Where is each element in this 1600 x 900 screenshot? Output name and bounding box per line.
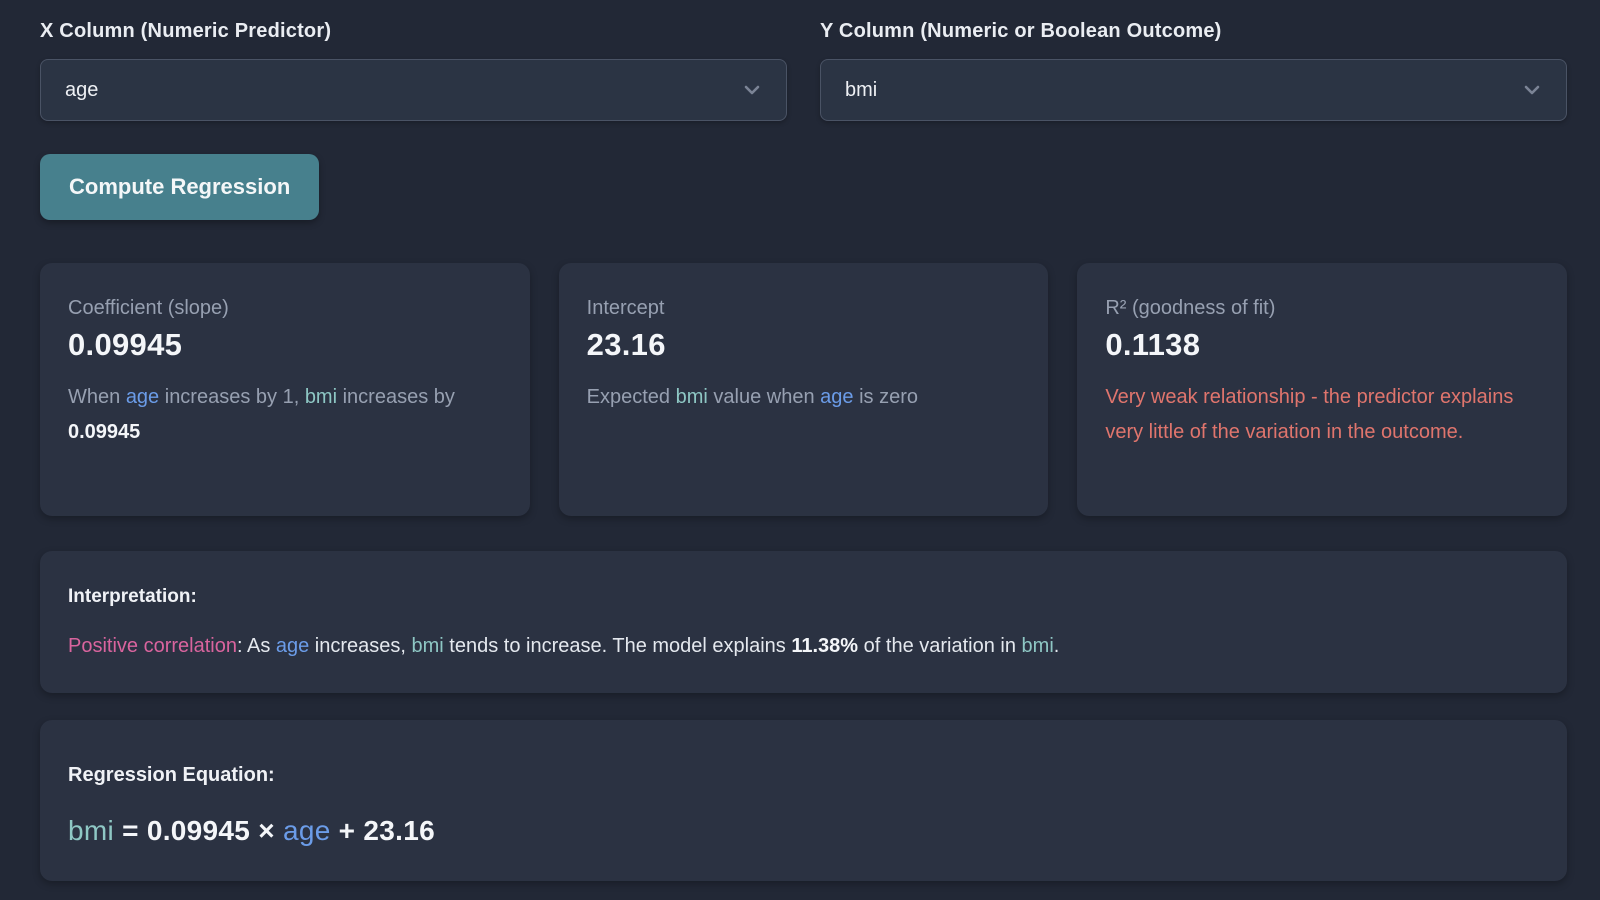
- intercept-card: Intercept 23.16 Expected bmi value when …: [559, 263, 1049, 516]
- stat-cards-row: Coefficient (slope) 0.09945 When age inc…: [40, 263, 1567, 516]
- r-squared-card: R² (goodness of fit) 0.1138 Very weak re…: [1077, 263, 1567, 516]
- text-segment: Positive correlation: [68, 635, 237, 657]
- y-column-field: Y Column (Numeric or Boolean Outcome) bm…: [820, 20, 1567, 121]
- text-segment: bmi: [1022, 635, 1054, 657]
- r-squared-description: Very weak relationship - the predictor e…: [1105, 380, 1539, 450]
- text-segment: age: [276, 635, 309, 657]
- y-column-select-value: bmi: [845, 79, 877, 102]
- coefficient-card: Coefficient (slope) 0.09945 When age inc…: [40, 263, 530, 516]
- interpretation-panel: Interpretation: Positive correlation: As…: [40, 551, 1567, 693]
- text-segment: increases by: [337, 386, 455, 408]
- regression-results-page: X Column (Numeric Predictor) age Y Colum…: [0, 0, 1600, 881]
- text-segment: + 23.16: [331, 815, 435, 846]
- x-column-select-value: age: [65, 79, 98, 102]
- text-segment: 11.38%: [791, 635, 858, 657]
- text-segment: 0.09945: [68, 421, 140, 443]
- text-segment: is zero: [854, 386, 918, 408]
- x-column-select[interactable]: age: [40, 59, 787, 121]
- text-segment: .: [1054, 635, 1060, 657]
- r-squared-value: 0.1138: [1105, 327, 1539, 363]
- chevron-down-icon: [740, 78, 764, 102]
- regression-equation-formula: bmi = 0.09945 × age + 23.16: [68, 815, 1539, 847]
- text-segment: : As: [237, 635, 276, 657]
- compute-regression-button[interactable]: Compute Regression: [40, 154, 319, 220]
- text-segment: Very weak relationship - the predictor e…: [1105, 386, 1513, 443]
- interpretation-text: Positive correlation: As age increases, …: [68, 633, 1539, 659]
- text-segment: bmi: [68, 815, 114, 846]
- x-column-field: X Column (Numeric Predictor) age: [40, 20, 787, 121]
- text-segment: age: [126, 386, 159, 408]
- column-select-row: X Column (Numeric Predictor) age Y Colum…: [40, 20, 1567, 121]
- text-segment: Expected: [587, 386, 676, 408]
- card-title: Coefficient (slope): [68, 297, 502, 320]
- card-title: R² (goodness of fit): [1105, 297, 1539, 320]
- text-segment: bmi: [676, 386, 708, 408]
- text-segment: value when: [708, 386, 820, 408]
- y-column-label: Y Column (Numeric or Boolean Outcome): [820, 20, 1567, 43]
- y-column-select[interactable]: bmi: [820, 59, 1567, 121]
- coefficient-description: When age increases by 1, bmi increases b…: [68, 380, 502, 450]
- text-segment: age: [820, 386, 853, 408]
- text-segment: bmi: [305, 386, 337, 408]
- text-segment: increases by 1,: [159, 386, 305, 408]
- intercept-description: Expected bmi value when age is zero: [587, 380, 1021, 415]
- regression-equation-panel: Regression Equation: bmi = 0.09945 × age…: [40, 720, 1567, 881]
- interpretation-heading: Interpretation:: [68, 586, 1539, 608]
- text-segment: = 0.09945 ×: [114, 815, 283, 846]
- intercept-value: 23.16: [587, 327, 1021, 363]
- regression-equation-heading: Regression Equation:: [68, 764, 1539, 787]
- coefficient-value: 0.09945: [68, 327, 502, 363]
- text-segment: of the variation in: [858, 635, 1021, 657]
- text-segment: tends to increase. The model explains: [444, 635, 792, 657]
- text-segment: bmi: [412, 635, 444, 657]
- x-column-label: X Column (Numeric Predictor): [40, 20, 787, 43]
- text-segment: When: [68, 386, 126, 408]
- chevron-down-icon: [1520, 78, 1544, 102]
- card-title: Intercept: [587, 297, 1021, 320]
- text-segment: age: [283, 815, 331, 846]
- text-segment: increases,: [309, 635, 411, 657]
